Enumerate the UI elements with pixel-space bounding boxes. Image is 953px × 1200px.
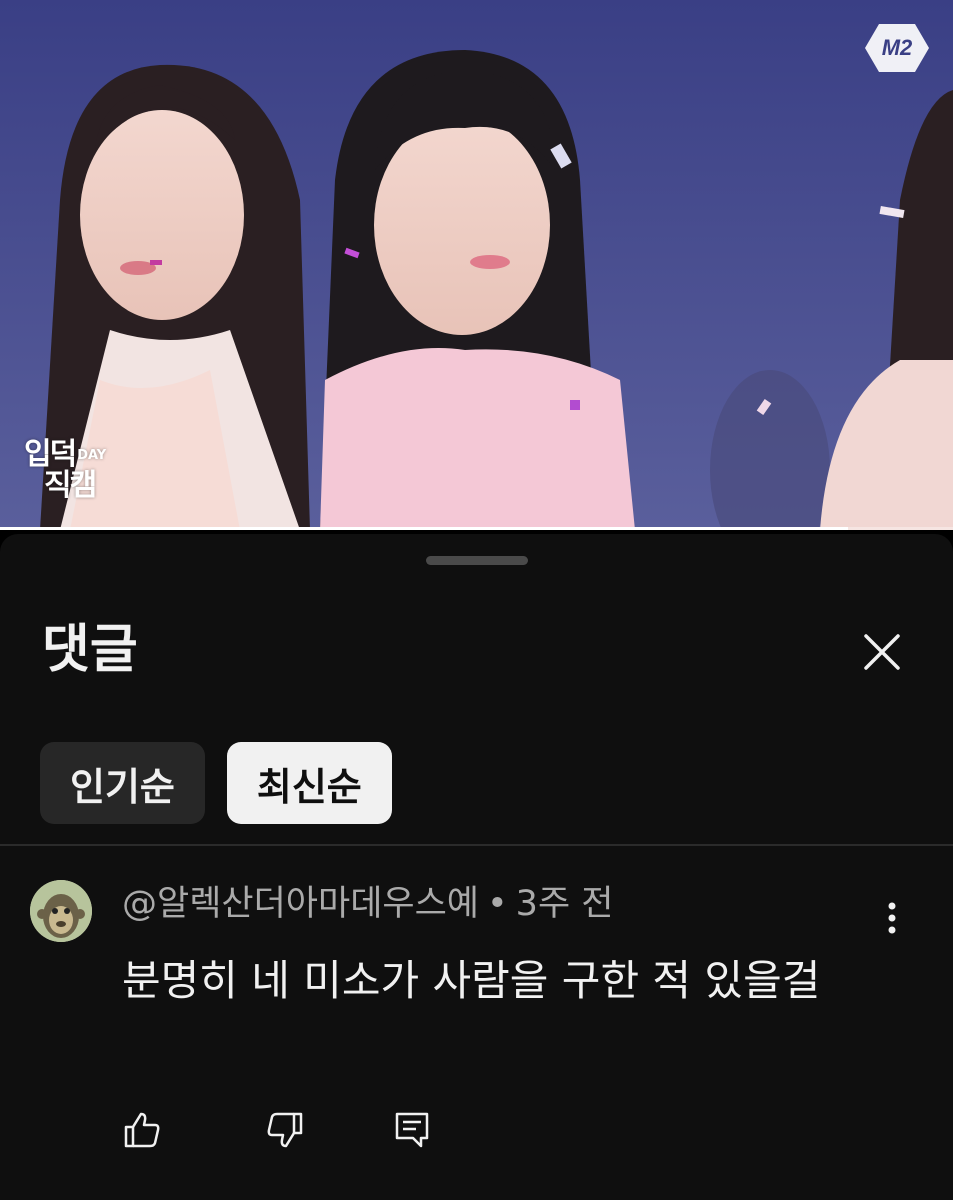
watermark-line2: 직캠 (44, 467, 97, 503)
video-frame (0, 0, 953, 530)
reply-button[interactable] (382, 1100, 442, 1160)
comment-meta: @알렉산더아마데우스예 • 3주 전 (122, 882, 613, 926)
more-vert-icon (888, 902, 896, 934)
comment-author[interactable]: @알렉산더아마데우스예 (122, 884, 479, 924)
close-icon (864, 634, 900, 670)
avatar[interactable] (30, 880, 92, 942)
sort-chip-newest[interactable]: 최신순 (226, 742, 392, 824)
video-watermark: 입덕 DAY 직캠 (24, 440, 106, 501)
sort-chip-popular-label: 인기순 (70, 764, 175, 809)
channel-logo-text: M2 (882, 35, 913, 60)
comment-time: 3주 전 (515, 884, 614, 924)
like-button[interactable] (112, 1100, 172, 1160)
comments-sheet: 댓글 인기순 최신순 @알렉산더아마데우스예 • 3주 전 분명히 네 미소가 … (0, 534, 953, 1200)
comment-text: 분명히 네 미소가 사람을 구한 적 있을걸 (122, 956, 821, 1005)
comment-actions (0, 1100, 953, 1160)
meta-separator: • (487, 884, 508, 924)
dislike-button[interactable] (255, 1100, 315, 1160)
monkey-avatar-icon (30, 880, 92, 942)
comments-title: 댓글 (42, 620, 138, 680)
video-player[interactable]: M2 입덕 DAY 직캠 (0, 0, 953, 530)
channel-logo: M2 (865, 22, 929, 74)
more-options-button[interactable] (870, 888, 914, 948)
reply-icon (395, 1112, 429, 1148)
drag-handle[interactable] (426, 556, 528, 565)
close-button[interactable] (852, 622, 912, 682)
progress-bar[interactable] (0, 527, 953, 530)
thumbs-up-icon (124, 1112, 160, 1148)
watermark-line1: 입덕 (24, 437, 77, 472)
sort-chip-popular[interactable]: 인기순 (40, 742, 205, 824)
progress-fill (0, 527, 849, 530)
divider (0, 844, 953, 846)
sort-chip-newest-label: 최신순 (256, 764, 362, 809)
watermark-tag: DAY (77, 447, 107, 463)
thumbs-down-icon (267, 1112, 303, 1148)
sort-chips: 인기순 최신순 (40, 742, 392, 824)
